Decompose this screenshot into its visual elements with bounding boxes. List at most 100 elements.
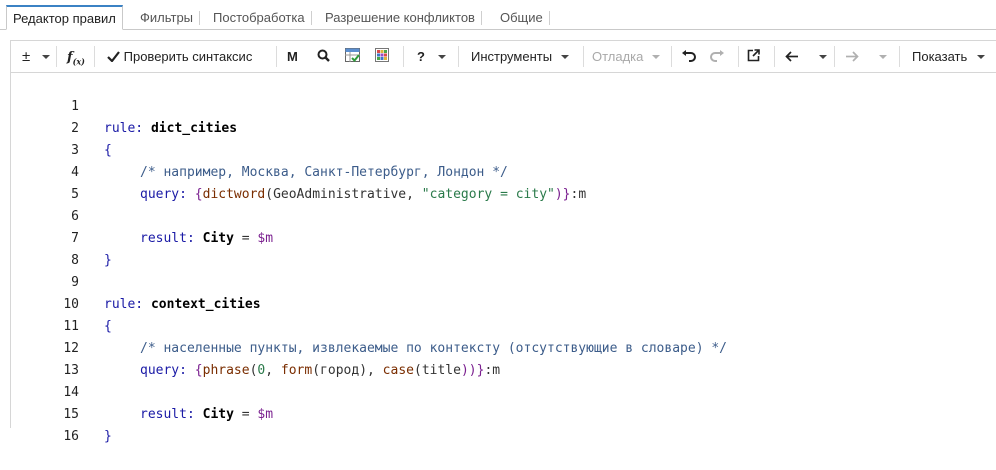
code-text: } xyxy=(104,429,112,444)
brace-token: )} xyxy=(554,187,571,202)
brace-token: { xyxy=(194,187,203,202)
arrow-right-icon xyxy=(845,42,859,73)
toolbar-separator xyxy=(276,46,277,67)
toolbar-separator xyxy=(671,46,672,67)
plus-minus-dropdown[interactable]: ± xyxy=(22,41,50,72)
color-grid-icon xyxy=(375,42,389,73)
code-line: 3 /* например, Москва, Санкт-Петербург, … xyxy=(11,118,508,180)
code-line: 12 query: {phrase(0, form(город), case(t… xyxy=(11,316,500,378)
code-line: 7 } xyxy=(11,206,112,268)
help-dropdown[interactable]: ? xyxy=(417,41,446,72)
keyword-token: query: xyxy=(140,187,187,202)
keyword-token: result: xyxy=(140,407,195,422)
code-text: result: City = $m xyxy=(140,228,273,250)
string-token: "category = city" xyxy=(421,187,555,202)
tab-filters[interactable]: Фильтры xyxy=(134,6,201,29)
morphology-button[interactable]: M xyxy=(287,41,298,72)
zoom-button[interactable] xyxy=(317,41,330,72)
function-token: dictword xyxy=(202,187,266,202)
code-line: 15 } xyxy=(11,382,111,444)
check-syntax-button[interactable]: Проверить синтаксис xyxy=(107,41,252,72)
toolbar-separator xyxy=(56,46,57,67)
code-line: 4 query: {dictword(GeoAdministrative, "c… xyxy=(11,140,586,202)
tab-rule-editor[interactable]: Редактор правил xyxy=(6,5,123,30)
code-editor[interactable]: 1 rule: dict_cities 2 { 3 /* например, М… xyxy=(10,72,996,444)
operator-token: = xyxy=(233,231,258,246)
variable-token: :m xyxy=(484,363,501,378)
toolbar-separator xyxy=(834,46,835,67)
show-label: Показать xyxy=(912,49,968,64)
undo-icon xyxy=(681,42,696,73)
function-token: case xyxy=(382,363,414,378)
code-text: result: City = $m xyxy=(140,404,273,426)
brace-token: { xyxy=(194,363,203,378)
palette-button[interactable] xyxy=(375,41,389,72)
undo-button[interactable] xyxy=(681,41,696,72)
chevron-down-icon xyxy=(560,54,569,59)
show-dropdown[interactable]: Показать xyxy=(912,41,985,72)
plus-minus-label: ± xyxy=(22,48,31,65)
fx-icon: f(x) xyxy=(67,50,85,67)
type-token: City xyxy=(202,407,234,422)
code-text: { xyxy=(104,143,112,158)
toolbar-separator xyxy=(94,46,95,67)
code-line: 13 xyxy=(11,338,79,378)
comment-token: /* населенные пункты, извлекаемые по кон… xyxy=(140,341,727,356)
tab-divider xyxy=(0,29,996,30)
argument-token: GeoAdministrative xyxy=(273,187,407,202)
argument-token: город xyxy=(320,363,360,378)
code-line: 5 xyxy=(11,162,79,202)
toolbar: ± f(x) Проверить синтаксис M ? Инструмен… xyxy=(10,40,996,72)
toolbar-separator xyxy=(738,46,739,67)
forward-button[interactable] xyxy=(845,41,859,72)
operator-token: = xyxy=(233,407,258,422)
toolbar-separator xyxy=(403,46,404,67)
rule-name-token: context_cities xyxy=(150,297,261,312)
code-line: 8 xyxy=(11,228,79,268)
redo-button[interactable] xyxy=(710,41,725,72)
code-text: query: {dictword(GeoAdministrative, "cat… xyxy=(140,187,587,202)
open-external-button[interactable] xyxy=(747,41,760,72)
m-label: M xyxy=(287,49,298,64)
debug-dropdown[interactable]: Отладка xyxy=(592,41,661,72)
chevron-down-icon xyxy=(41,54,50,59)
magnifier-icon xyxy=(317,42,330,73)
keyword-token: query: xyxy=(140,363,187,378)
tab-general[interactable]: Общие xyxy=(494,6,550,29)
chevron-down-icon xyxy=(879,54,887,59)
code-text: rule: context_cities xyxy=(104,294,261,316)
comment-token: /* например, Москва, Санкт-Петербург, Ло… xyxy=(140,165,508,180)
code-line: 16 xyxy=(11,404,79,444)
table-check-icon xyxy=(345,42,360,73)
debug-label: Отладка xyxy=(592,49,644,64)
toolbar-separator xyxy=(899,46,900,67)
tab-postprocessing[interactable]: Постобработка xyxy=(207,6,312,29)
keyword-token: result: xyxy=(140,231,195,246)
code-line: 11 /* населенные пункты, извлекаемые по … xyxy=(11,294,727,356)
forward-history-dropdown[interactable] xyxy=(879,41,887,72)
tab-label: Постобработка xyxy=(213,10,305,25)
rule-name-token: dict_cities xyxy=(150,121,238,136)
type-token: City xyxy=(202,231,234,246)
tab-conflict-resolution[interactable]: Разрешение конфликтов xyxy=(319,6,482,29)
back-history-dropdown[interactable] xyxy=(819,41,827,72)
tab-bar: Редактор правил Фильтры Постобработка Ра… xyxy=(0,0,996,30)
code-line: 6 result: City = $m xyxy=(11,184,273,246)
back-button[interactable] xyxy=(785,41,799,72)
keyword-token: rule: xyxy=(104,297,144,312)
tab-label: Редактор правил xyxy=(13,11,116,26)
function-button[interactable]: f(x) xyxy=(67,41,85,72)
toolbar-separator xyxy=(774,46,775,67)
table-check-button[interactable] xyxy=(345,41,360,72)
variable-token: $m xyxy=(257,407,274,422)
keyword-token: rule: xyxy=(104,121,144,136)
argument-token: title xyxy=(421,363,461,378)
code-line: 1 rule: dict_cities xyxy=(11,74,237,136)
tools-dropdown[interactable]: Инструменты xyxy=(471,41,569,72)
code-line: 10 { xyxy=(11,272,111,334)
code-text: } xyxy=(104,253,112,268)
chevron-down-icon xyxy=(437,54,446,59)
checkmark-icon xyxy=(107,42,120,73)
toolbar-separator xyxy=(458,46,459,67)
code-line: 9 rule: context_cities xyxy=(11,250,260,312)
